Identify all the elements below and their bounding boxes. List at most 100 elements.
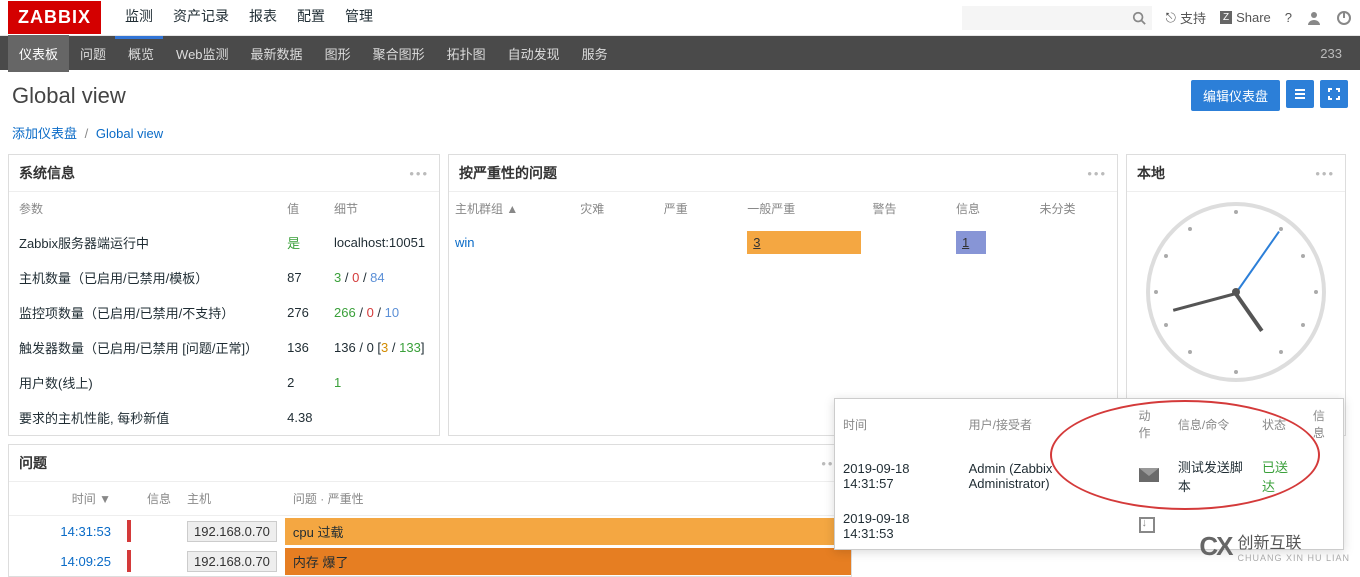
subnav-overview[interactable]: 概览 — [117, 35, 165, 72]
subnav-problems[interactable]: 问题 — [69, 35, 117, 72]
prob-th-info[interactable]: 信息 — [139, 482, 179, 516]
tt-action — [1131, 449, 1170, 503]
sysinfo-row: 要求的主机性能, 每秒新值4.38 — [9, 400, 439, 435]
sysinfo-row: 主机数量（已启用/已禁用/模板）873 / 0 / 84 — [9, 260, 439, 295]
widget-sysinfo: 系统信息 ••• 参数 值 细节 Zabbix服务器端运行中是localhost… — [8, 154, 440, 436]
top-nav: ZABBIX 监测 资产记录 报表 配置 管理 ⎋支持 ZShare ? — [0, 0, 1360, 36]
subnav-web[interactable]: Web监测 — [165, 35, 240, 72]
sysinfo-menu-icon[interactable]: ••• — [409, 166, 429, 181]
watermark-brand: 创新互联 — [1237, 529, 1350, 553]
page-actions: 编辑仪表盘 — [1191, 80, 1348, 111]
problem-row[interactable]: 14:09:25 192.168.0.70 内存 爆了 — [9, 546, 851, 576]
breadcrumb-root[interactable]: 添加仪表盘 — [12, 126, 77, 141]
sysinfo-param: 触发器数量（已启用/已禁用 [问题/正常]） — [9, 330, 277, 365]
prob-host[interactable]: 192.168.0.70 — [179, 546, 285, 576]
subnav-graphs[interactable]: 图形 — [314, 35, 362, 72]
sysinfo-param: 监控项数量（已启用/已禁用/不支持） — [9, 295, 277, 330]
clock-menu-icon[interactable]: ••• — [1315, 166, 1335, 181]
sev-th-warn[interactable]: 警告 — [867, 192, 951, 225]
watermark-sub: CHUANG XIN HU LIAN — [1237, 553, 1350, 563]
search-input[interactable] — [962, 6, 1152, 30]
sysinfo-detail: 1 — [324, 365, 439, 400]
subnav-discovery[interactable]: 自动发现 — [497, 35, 571, 72]
subnav-maps[interactable]: 拓扑图 — [436, 35, 497, 72]
fullscreen-button[interactable] — [1320, 80, 1348, 108]
share-link[interactable]: ZShare — [1220, 10, 1271, 25]
clock-face — [1146, 202, 1326, 382]
sysinfo-value: 4.38 — [277, 400, 324, 435]
tt-time: 2019-09-18 14:31:57 — [835, 449, 961, 503]
tt-status: 已送达 — [1254, 449, 1305, 503]
prob-info — [139, 546, 179, 576]
sev-th-unclass[interactable]: 未分类 — [1034, 192, 1118, 225]
prob-th-time[interactable]: 时间 ▼ — [9, 482, 119, 516]
page-title: Global view — [12, 83, 126, 109]
prob-marker — [119, 516, 139, 547]
prob-info — [139, 516, 179, 547]
tt-th-status: 状态 — [1254, 399, 1305, 449]
widget-clock: 本地 ••• — [1126, 154, 1346, 436]
list-view-button[interactable] — [1286, 80, 1314, 108]
sev-th-group[interactable]: 主机群组 ▲ — [449, 192, 574, 225]
sev-th-disaster[interactable]: 灾难 — [574, 192, 658, 225]
logo[interactable]: ZABBIX — [8, 1, 101, 34]
search-icon[interactable] — [1132, 11, 1146, 25]
edit-dashboard-button[interactable]: 编辑仪表盘 — [1191, 80, 1280, 111]
prob-th-desc[interactable]: 问题 · 严重性 — [285, 482, 851, 516]
subnav-latest[interactable]: 最新数据 — [240, 35, 314, 72]
subnav-dashboard[interactable]: 仪表板 — [8, 35, 69, 72]
calendar-icon — [1139, 517, 1155, 533]
sysinfo-detail — [324, 400, 439, 435]
widgets-row: 系统信息 ••• 参数 值 细节 Zabbix服务器端运行中是localhost… — [0, 154, 1360, 436]
user-icon[interactable] — [1306, 10, 1322, 26]
tt-time: 2019-09-18 14:31:53 — [835, 503, 961, 549]
subnav-services[interactable]: 服务 — [571, 35, 619, 72]
prob-desc[interactable]: 内存 爆了 — [285, 546, 851, 576]
sysinfo-table: 参数 值 细节 Zabbix服务器端运行中是localhost:10051主机数… — [9, 192, 439, 435]
top-menu-config[interactable]: 配置 — [287, 0, 335, 39]
tt-th-msg: 信息/命令 — [1170, 399, 1254, 449]
subnav-screens[interactable]: 聚合图形 — [362, 35, 436, 72]
sev-th-average[interactable]: 一般严重 — [741, 192, 866, 225]
sev-average-cell[interactable]: 3 — [747, 231, 860, 254]
prob-time[interactable]: 14:09:25 — [9, 546, 119, 576]
prob-desc[interactable]: cpu 过载 — [285, 516, 851, 547]
top-menu-admin[interactable]: 管理 — [335, 0, 383, 39]
support-link[interactable]: ⎋支持 — [1166, 8, 1206, 27]
top-menu-inventory[interactable]: 资产记录 — [163, 0, 239, 39]
sysinfo-detail: 3 / 0 / 84 — [324, 260, 439, 295]
sev-th-info[interactable]: 信息 — [950, 192, 1034, 225]
sev-th-high[interactable]: 严重 — [658, 192, 742, 225]
power-icon[interactable] — [1336, 10, 1352, 26]
severity-row: win 3 1 — [449, 225, 1117, 260]
sev-group-link[interactable]: win — [455, 235, 475, 250]
widget-problems: 问题 ••• 时间 ▼ 信息 主机 问题 · 严重性 14:31:53 192.… — [8, 444, 852, 577]
tt-msg: 测试发送脚本 — [1170, 449, 1254, 503]
sev-info-cell[interactable]: 1 — [956, 231, 986, 254]
sysinfo-value: 136 — [277, 330, 324, 365]
sysinfo-param: Zabbix服务器端运行中 — [9, 225, 277, 260]
severity-menu-icon[interactable]: ••• — [1087, 166, 1107, 181]
prob-time[interactable]: 14:31:53 — [9, 516, 119, 547]
help-icon[interactable]: ? — [1285, 10, 1292, 25]
tt-th-user: 用户/接受者 — [961, 399, 1131, 449]
sysinfo-th-param: 参数 — [9, 192, 277, 225]
top-menu-monitoring[interactable]: 监测 — [115, 0, 163, 39]
tt-th-time: 时间 — [835, 399, 961, 449]
sysinfo-th-value: 值 — [277, 192, 324, 225]
top-menu-reports[interactable]: 报表 — [239, 0, 287, 39]
sysinfo-detail: localhost:10051 — [324, 225, 439, 260]
top-right: ⎋支持 ZShare ? — [962, 6, 1352, 30]
severity-table: 主机群组 ▲ 灾难 严重 一般严重 警告 信息 未分类 win 3 1 — [449, 192, 1117, 260]
prob-host[interactable]: 192.168.0.70 — [179, 516, 285, 547]
prob-th-host[interactable]: 主机 — [179, 482, 285, 516]
sysinfo-detail: 266 / 0 / 10 — [324, 295, 439, 330]
clock-minute-hand — [1173, 292, 1237, 312]
sysinfo-row: 监控项数量（已启用/已禁用/不支持）276266 / 0 / 10 — [9, 295, 439, 330]
tt-action — [1131, 503, 1170, 549]
search-wrap — [962, 6, 1152, 30]
tt-user: Admin (Zabbix Administrator) — [961, 449, 1131, 503]
sysinfo-param: 主机数量（已启用/已禁用/模板） — [9, 260, 277, 295]
breadcrumb-current[interactable]: Global view — [96, 126, 163, 141]
problem-row[interactable]: 14:31:53 192.168.0.70 cpu 过载 — [9, 516, 851, 547]
